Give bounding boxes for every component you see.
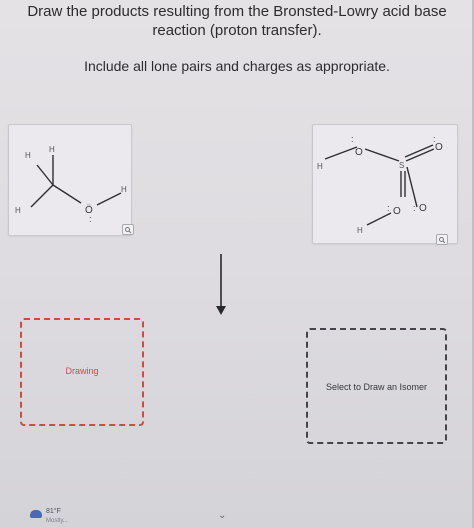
question-title: Draw the products resulting from the Bro…: [27, 3, 447, 39]
atom-sulfur: S: [399, 161, 404, 170]
lone-pair: :: [387, 203, 390, 213]
lone-pair: :: [433, 134, 436, 144]
weather-condition: Mostly...: [46, 518, 68, 524]
atom-o-top: O: [355, 147, 363, 158]
atom-h2: H: [49, 145, 55, 154]
isomer-drawing-area[interactable]: Select to Draw an Isomer: [306, 328, 447, 444]
atom-h1: H: [25, 151, 31, 160]
weather-temp: 81°F: [46, 508, 61, 515]
magnifier-icon[interactable]: [122, 224, 134, 235]
lone-pair: :: [413, 203, 416, 213]
atom-h-top: H: [317, 162, 323, 171]
lone-pair: :: [351, 134, 354, 144]
weather-widget[interactable]: 81°F Mostly...: [30, 506, 90, 528]
isomer-label: Select to Draw an Isomer: [325, 382, 428, 392]
product-drawing-area[interactable]: Drawing: [20, 318, 144, 426]
atom-h-bottom: H: [357, 226, 363, 235]
atom-o-anion: O: [419, 203, 427, 214]
reactant-left-structure: H H H H Ö :: [15, 145, 127, 224]
reactant-card-left: H H H H Ö :: [8, 124, 134, 236]
atom-h3: H: [15, 206, 21, 215]
reactant-card-right: H O S O O O H : : : :: [312, 124, 458, 245]
magnifier-icon[interactable]: [436, 234, 448, 245]
weather-icon: [30, 510, 42, 518]
reaction-arrow-down-icon: [216, 254, 226, 315]
reactant-right-structure: H O S O O O H : : : :: [317, 134, 443, 235]
atom-o-double: O: [435, 142, 443, 153]
question-instruction: Include all lone pairs and charges as ap…: [84, 58, 390, 74]
chevron-down-icon[interactable]: ⌄: [218, 510, 226, 521]
atom-h4: H: [121, 185, 127, 194]
drawing-label: Drawing: [65, 366, 99, 376]
atom-o-bottom: O: [393, 206, 401, 217]
lone-pair: :: [89, 214, 92, 224]
